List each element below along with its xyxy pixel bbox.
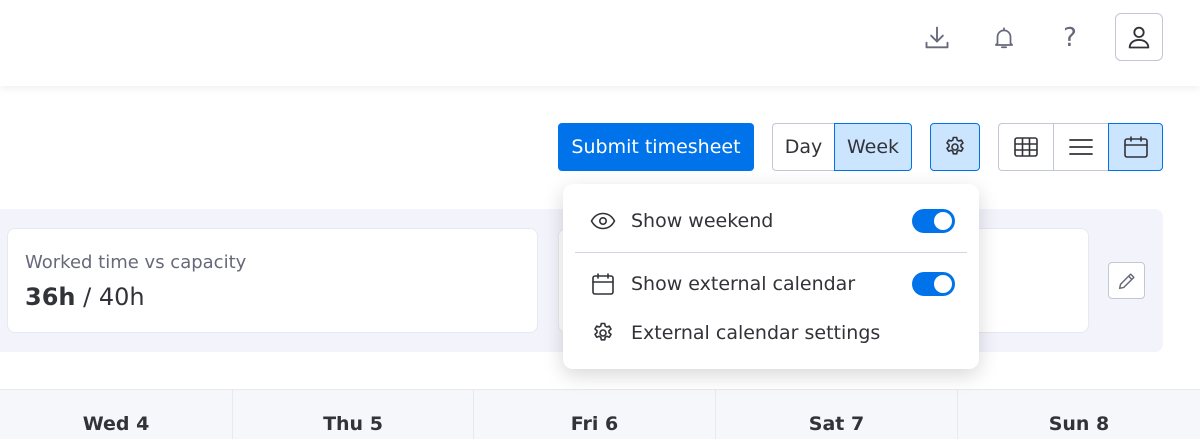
gear-icon: [946, 136, 964, 155]
value-separator: /: [75, 283, 99, 311]
day-header-thu: Thu 5: [233, 390, 474, 439]
worked-time-label: Worked time vs capacity: [25, 252, 247, 273]
eye-icon: [590, 208, 616, 234]
menu-item-label: Show weekend: [631, 210, 774, 232]
table-view-button[interactable]: [998, 123, 1053, 171]
menu-item-show-weekend[interactable]: Show weekend: [563, 197, 979, 245]
day-header-wed: Wed 4: [0, 390, 233, 439]
user-avatar-button[interactable]: [1115, 13, 1163, 61]
settings-button[interactable]: [930, 123, 980, 171]
day-header-sat: Sat 7: [716, 390, 958, 439]
grid-icon: [1014, 137, 1038, 157]
worked-time-value: 36h / 40h: [25, 283, 145, 311]
menu-item-external-calendar-settings[interactable]: External calendar settings: [563, 309, 979, 357]
calendar-icon: [590, 271, 616, 297]
menu-divider: [575, 252, 967, 253]
user-icon: [1128, 26, 1150, 49]
calendar-icon: [1123, 136, 1148, 158]
day-header-fri: Fri 6: [474, 390, 716, 439]
calendar-view-button[interactable]: [1108, 123, 1163, 171]
worked-time-card: Worked time vs capacity 36h / 40h: [7, 228, 538, 333]
gear-icon: [590, 320, 616, 346]
list-icon: [1069, 139, 1093, 155]
help-glyph: ?: [1063, 23, 1077, 53]
top-header: ?: [0, 0, 1200, 86]
bell-icon[interactable]: [982, 16, 1026, 60]
submit-timesheet-button[interactable]: Submit timesheet: [558, 123, 754, 171]
download-icon[interactable]: [915, 16, 959, 60]
view-mode-day-button[interactable]: Day: [772, 123, 834, 171]
help-icon[interactable]: ?: [1048, 16, 1092, 60]
capacity-hours: 40h: [98, 283, 145, 311]
view-mode-week-button[interactable]: Week: [834, 123, 912, 171]
menu-item-label: External calendar settings: [631, 322, 881, 344]
show-external-calendar-toggle[interactable]: [912, 272, 955, 296]
show-weekend-toggle[interactable]: [912, 209, 955, 233]
worked-hours: 36h: [25, 283, 76, 311]
pencil-icon: [1118, 272, 1135, 289]
menu-item-label: Show external calendar: [631, 273, 856, 295]
week-day-header: Wed 4 Thu 5 Fri 6 Sat 7 Sun 8: [0, 389, 1200, 439]
edit-summary-button[interactable]: [1108, 262, 1145, 299]
menu-item-show-external-calendar[interactable]: Show external calendar: [563, 260, 979, 308]
day-header-sun: Sun 8: [1048, 412, 1110, 435]
settings-dropdown: Show weekend Show external calendar Exte…: [563, 184, 979, 369]
list-view-button[interactable]: [1053, 123, 1108, 171]
